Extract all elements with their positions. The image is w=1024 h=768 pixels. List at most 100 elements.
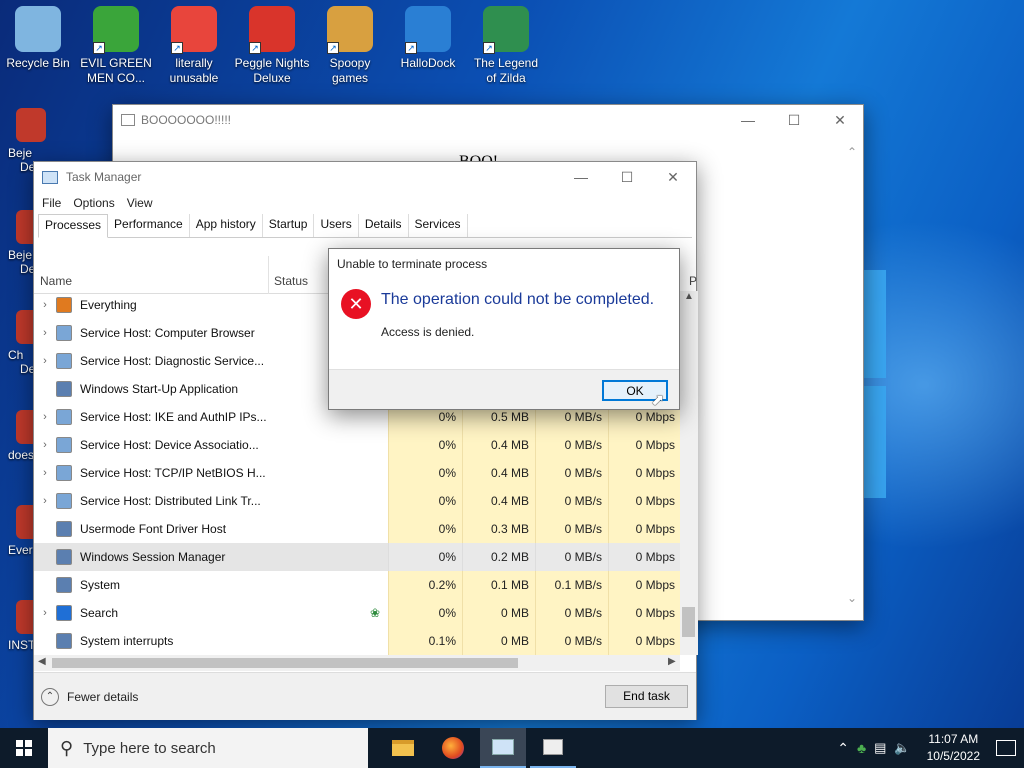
scroll-thumb[interactable] — [682, 607, 695, 637]
expand-chevron-icon[interactable]: › — [34, 327, 56, 339]
taskbar-search-box[interactable]: ⚲ Type here to search — [48, 728, 368, 768]
clock[interactable]: 11:07 AM 10/5/2022 — [927, 731, 980, 765]
cell-mem: 0.3 MB — [462, 515, 535, 543]
search-icon: ⚲ — [60, 737, 74, 758]
menu-view[interactable]: View — [127, 196, 153, 210]
firefox-icon[interactable] — [430, 728, 476, 768]
volume-icon[interactable]: 🔈 — [894, 740, 910, 756]
table-row[interactable]: System 0.2% 0.1 MB 0.1 MB/s 0 Mbps — [34, 571, 680, 599]
expand-chevron-icon[interactable]: › — [34, 411, 56, 423]
shortcut-arrow-icon: ↗ — [327, 42, 339, 54]
boo-scrollbar[interactable]: ⌃ ⌄ — [841, 145, 863, 605]
end-task-button[interactable]: End task — [605, 685, 688, 708]
scroll-up-icon[interactable]: ▲ — [680, 291, 698, 302]
process-name: Windows Session Manager — [80, 550, 226, 564]
table-row[interactable]: Usermode Font Driver Host 0% 0.3 MB 0 MB/s 0… — [34, 515, 680, 543]
scroll-down-icon[interactable]: ⌄ — [841, 591, 863, 605]
cell-mem: 0 MB — [462, 627, 535, 655]
table-row[interactable]: › Service Host: Distributed Link Tr... 0% 0… — [34, 487, 680, 515]
table-row[interactable]: › Search ❀ 0% 0 MB 0 MB/s 0 Mbps — [34, 599, 680, 627]
dialog-title: Unable to terminate process — [337, 257, 488, 271]
expand-chevron-icon[interactable]: › — [34, 495, 56, 507]
window-icon — [56, 381, 72, 397]
menu-options[interactable]: Options — [73, 196, 114, 210]
task-manager-titlebar[interactable]: Task Manager — ☐ ✕ — [34, 162, 696, 192]
close-button[interactable]: ✕ — [650, 162, 696, 192]
desktop-icon[interactable]: Recycle Bin — [0, 6, 76, 71]
peggle-icon: ↗ — [249, 6, 295, 54]
task-manager-taskbar-icon[interactable] — [480, 728, 526, 768]
error-icon: ✕ — [341, 289, 371, 319]
desktop-icon[interactable]: ↗ HalloDock — [390, 6, 466, 71]
expand-chevron-icon[interactable]: › — [34, 299, 56, 311]
cell-disk: 0 MB/s — [535, 627, 608, 655]
desktop-icon[interactable]: ↗ Spoopy games — [312, 6, 388, 86]
tab-details[interactable]: Details — [359, 214, 409, 237]
scroll-right-icon[interactable]: ▶ — [668, 656, 676, 667]
maximize-button[interactable]: ☐ — [604, 162, 650, 192]
desktop-icon[interactable]: ↗ EVIL GREEN MEN CO... — [78, 6, 154, 86]
expand-chevron-icon[interactable]: › — [34, 355, 56, 367]
chevron-up-icon[interactable]: ⌃ — [837, 740, 849, 757]
column-extra[interactable]: P — [689, 274, 697, 288]
cell-cpu: 0% — [388, 459, 462, 487]
process-name: Search — [80, 606, 119, 620]
task-manager-title: Task Manager — [66, 170, 142, 184]
window-icon — [56, 577, 72, 593]
file-explorer-icon[interactable] — [380, 728, 426, 768]
minimize-button[interactable]: — — [725, 105, 771, 135]
close-button[interactable]: ✕ — [817, 105, 863, 135]
horizontal-scrollbar[interactable]: ◀ ▶ — [34, 655, 680, 671]
expand-chevron-icon[interactable]: › — [34, 607, 56, 619]
desktop-icon-label: The Legend of Zilda — [473, 56, 539, 85]
tab-processes[interactable]: Processes — [38, 214, 109, 238]
boo-titlebar[interactable]: BOOOOOOO!!!!! — ☐ ✕ — [113, 105, 863, 135]
table-row[interactable]: › Service Host: TCP/IP NetBIOS H... 0% 0.4 … — [34, 459, 680, 487]
expand-chevron-icon[interactable]: › — [34, 467, 56, 479]
maximize-button[interactable]: ☐ — [771, 105, 817, 135]
column-name[interactable]: Name — [40, 274, 72, 288]
scroll-left-icon[interactable]: ◀ — [38, 656, 46, 667]
desktop-icon[interactable]: ↗ Peggle Nights Deluxe — [234, 6, 310, 86]
scroll-up-icon[interactable]: ⌃ — [841, 145, 863, 159]
cell-disk: 0 MB/s — [535, 459, 608, 487]
notification-icon[interactable] — [996, 740, 1016, 756]
tab-services[interactable]: Services — [409, 214, 468, 237]
tab-startup[interactable]: Startup — [263, 214, 315, 237]
task-manager-window[interactable]: Task Manager — ☐ ✕ File Options View Pro… — [33, 161, 698, 720]
desktop-icon[interactable]: ↗ literally unusable — [156, 6, 232, 86]
tab-app-history[interactable]: App history — [190, 214, 263, 237]
fewer-details-link[interactable]: Fewer details — [67, 690, 138, 704]
cell-net: 0 Mbps — [608, 627, 680, 655]
windows-start-icon — [16, 740, 32, 756]
app-window-icon — [121, 114, 135, 126]
h-scroll-thumb[interactable] — [52, 658, 518, 668]
column-status[interactable]: Status — [274, 274, 308, 288]
shortcut-arrow-icon: ↗ — [483, 42, 495, 54]
desktop-icon-label: HalloDock — [400, 56, 456, 70]
network-icon[interactable]: ▤ — [874, 740, 886, 756]
vertical-scrollbar[interactable]: ▲ — [680, 291, 698, 655]
tab-performance[interactable]: Performance — [108, 214, 190, 237]
table-row[interactable]: System interrupts 0.1% 0 MB 0 MB/s 0 Mbps — [34, 627, 680, 655]
table-row[interactable]: Windows Session Manager 0% 0.2 MB 0 MB/s 0 M… — [34, 543, 680, 571]
start-button[interactable] — [0, 728, 48, 768]
tab-users[interactable]: Users — [314, 214, 359, 237]
menu-file[interactable]: File — [42, 196, 61, 210]
table-row[interactable]: › Service Host: Device Associatio... 0% 0.4… — [34, 431, 680, 459]
mouse-cursor-icon: ⬈ — [651, 392, 665, 409]
menu-bar: File Options View — [34, 192, 696, 214]
desktop-icon-label: EVIL GREEN MEN CO... — [80, 56, 152, 85]
desktop-icon-label: Recycle Bin — [6, 56, 70, 70]
expand-chevron-icon[interactable]: › — [34, 439, 56, 451]
minimize-button[interactable]: — — [558, 162, 604, 192]
desktop-icon[interactable]: ↗ The Legend of Zilda — [468, 6, 544, 86]
green-men-tray-icon[interactable]: ♣ — [857, 740, 866, 756]
cell-mem: 0.4 MB — [462, 459, 535, 487]
process-name: Service Host: IKE and AuthIP IPs... — [80, 410, 267, 424]
boo-app-taskbar-icon[interactable] — [530, 728, 576, 768]
taskbar: ⚲ Type here to search ⌃ ♣ ▤ 🔈 11:07 AM 1… — [0, 728, 1024, 768]
chevron-up-icon[interactable]: ⌃ — [41, 688, 59, 706]
gear-icon — [56, 465, 72, 481]
error-dialog[interactable]: Unable to terminate process ✕ The operat… — [328, 248, 680, 410]
